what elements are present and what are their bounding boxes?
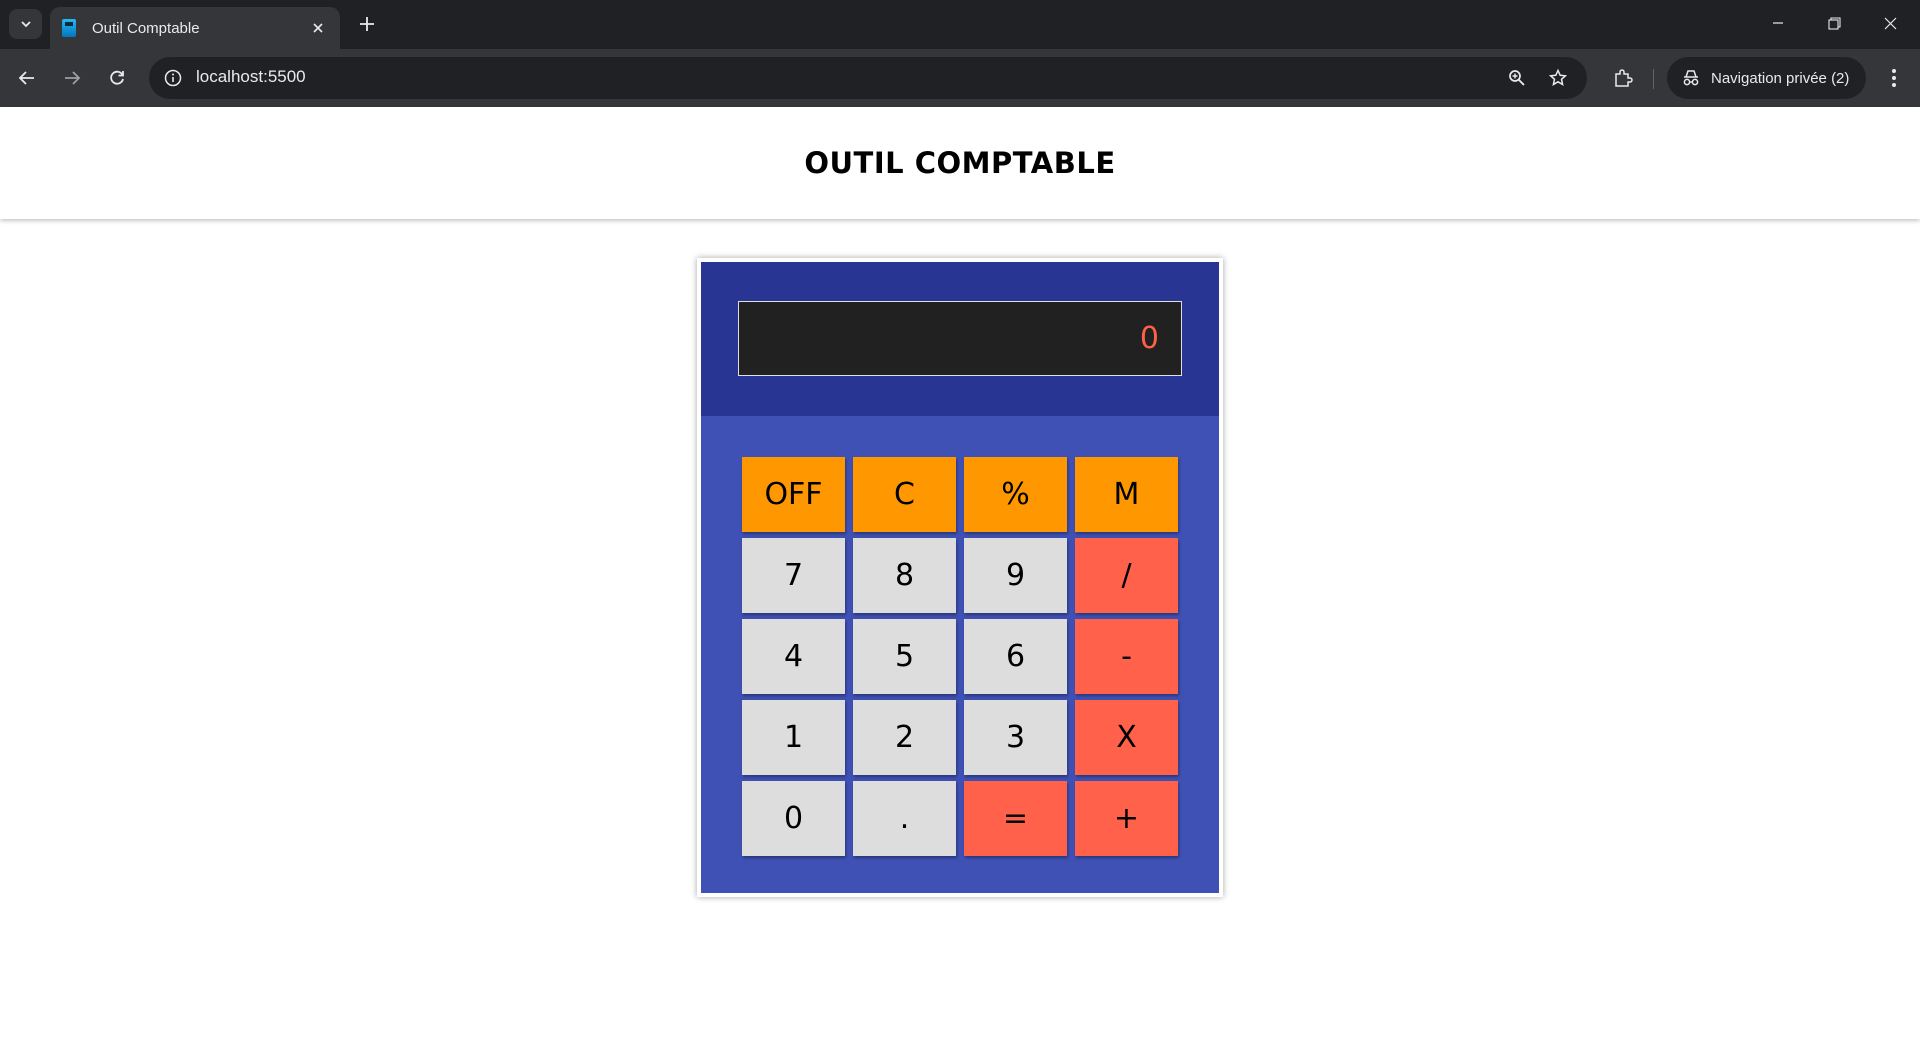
calculator-display-area: 0 bbox=[701, 262, 1219, 416]
browser-toolbar: localhost:5500 Navigation privée (2) bbox=[0, 49, 1920, 107]
close-tab-icon[interactable] bbox=[308, 19, 328, 38]
digit-1-button[interactable]: 1 bbox=[742, 700, 845, 775]
off-button[interactable]: OFF bbox=[742, 457, 845, 532]
digit-6-button[interactable]: 6 bbox=[964, 619, 1067, 694]
digit-0-button[interactable]: 0 bbox=[742, 781, 845, 856]
reload-icon bbox=[110, 70, 124, 85]
minus-button[interactable]: - bbox=[1075, 619, 1178, 694]
puzzle-icon bbox=[1615, 69, 1633, 87]
forward-button[interactable] bbox=[55, 61, 89, 95]
incognito-icon bbox=[1683, 70, 1699, 86]
memory-button[interactable]: M bbox=[1075, 457, 1178, 532]
calculator: 0 OFF C% M 7 8 9/ 4 5 6- 1 2 3 X 0. = + bbox=[697, 258, 1223, 897]
page-header: OUTIL COMPTABLE bbox=[0, 107, 1920, 219]
browser-tab[interactable]: Outil Comptable bbox=[50, 7, 340, 49]
private-browsing-indicator[interactable]: Navigation privée (2) bbox=[1667, 57, 1866, 99]
site-info-icon[interactable] bbox=[161, 66, 185, 90]
keypad: OFF C% M 7 8 9/ 4 5 6- 1 2 3 X 0. = + bbox=[742, 457, 1178, 856]
favicon-icon bbox=[62, 19, 76, 37]
private-browsing-label: Navigation privée (2) bbox=[1711, 69, 1850, 87]
page-title: OUTIL COMPTABLE bbox=[804, 146, 1116, 180]
back-button[interactable] bbox=[10, 61, 44, 95]
chevron-down-icon bbox=[20, 21, 31, 28]
zoom-icon[interactable] bbox=[1505, 66, 1529, 90]
multiply-button[interactable]: X bbox=[1075, 700, 1178, 775]
equals-button[interactable]: = bbox=[964, 781, 1067, 856]
address-bar[interactable]: localhost:5500 bbox=[149, 57, 1587, 99]
divide-button[interactable]: / bbox=[1075, 538, 1178, 613]
clear-button[interactable]: C bbox=[853, 457, 956, 532]
plus-button[interactable]: + bbox=[1075, 781, 1178, 856]
more-vert-icon bbox=[1892, 69, 1896, 87]
arrow-left-icon bbox=[18, 71, 34, 85]
digit-8-button[interactable]: 8 bbox=[853, 538, 956, 613]
close-icon bbox=[1884, 17, 1896, 29]
percent-button[interactable]: % bbox=[964, 457, 1067, 532]
plus-icon bbox=[360, 17, 374, 31]
digit-7-button[interactable]: 7 bbox=[742, 538, 845, 613]
digit-3-button[interactable]: 3 bbox=[964, 700, 1067, 775]
bookmark-star-icon[interactable] bbox=[1546, 66, 1570, 90]
tab-search-button[interactable] bbox=[9, 9, 42, 39]
toolbar-separator bbox=[1653, 69, 1654, 89]
browser-tab-bar: Outil Comptable bbox=[0, 0, 1920, 49]
display-value: 0 bbox=[1139, 321, 1159, 356]
digit-4-button[interactable]: 4 bbox=[742, 619, 845, 694]
extensions-button[interactable] bbox=[1606, 61, 1640, 95]
url-text[interactable]: localhost:5500 bbox=[196, 67, 306, 87]
tab-title: Outil Comptable bbox=[92, 19, 200, 37]
digit-9-button[interactable]: 9 bbox=[964, 538, 1067, 613]
calculator-screen: 0 bbox=[738, 301, 1182, 376]
restore-button[interactable] bbox=[1806, 0, 1862, 46]
minimize-button[interactable] bbox=[1750, 0, 1806, 46]
restore-icon bbox=[1827, 16, 1841, 30]
reload-button[interactable] bbox=[100, 61, 134, 95]
digit-2-button[interactable]: 2 bbox=[853, 700, 956, 775]
digit-5-button[interactable]: 5 bbox=[853, 619, 956, 694]
decimal-button[interactable]: . bbox=[853, 781, 956, 856]
minimize-icon bbox=[1773, 22, 1783, 24]
browser-menu-button[interactable] bbox=[1877, 61, 1911, 95]
close-window-button[interactable] bbox=[1862, 0, 1918, 46]
arrow-right-icon bbox=[65, 71, 81, 85]
new-tab-button[interactable] bbox=[353, 10, 381, 38]
